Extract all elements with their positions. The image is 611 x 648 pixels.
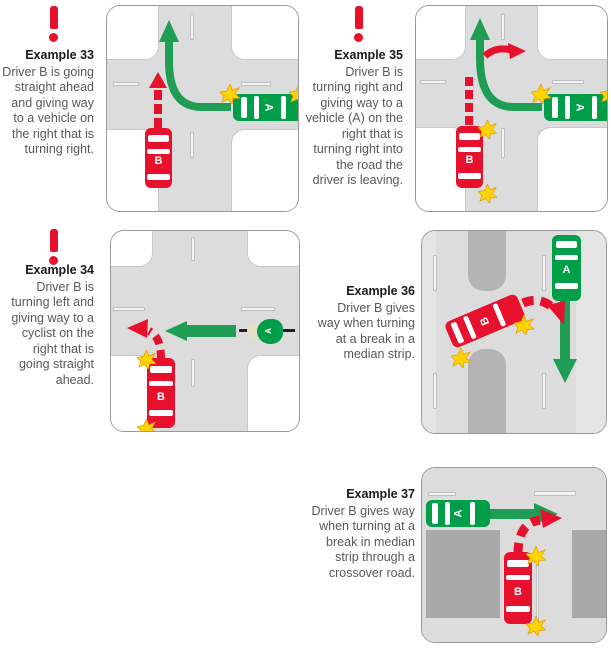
example-37-title: Example 37 [346, 487, 415, 501]
example-36-scene: B A [422, 231, 606, 433]
red-dashed-approach-arrow [465, 77, 473, 125]
example-35-scene: B A [416, 6, 607, 211]
green-straight-arrow [165, 321, 236, 341]
vehicle-a-label: A [574, 103, 586, 112]
vehicle-a-label: A [263, 103, 275, 112]
example-33-body: Driver B is going straight ahead and giv… [2, 64, 94, 157]
example-36-panel: B A [421, 230, 607, 434]
example-36-block: Example 36 Driver B gives way when turni… [305, 228, 611, 440]
indicator-burst-4 [478, 184, 497, 203]
cyclist-vehicle-a: A [239, 317, 297, 345]
example-34-scene: B A [111, 231, 299, 431]
exclamation-mark-icon [49, 6, 58, 42]
give-way-examples-page: Example 33 Driver B is going straight ah… [0, 0, 611, 648]
vehicle-b-red-car: B [145, 128, 172, 188]
indicator-burst-2 [289, 85, 298, 103]
vehicle-a-green-car: A [544, 94, 607, 121]
vehicle-a-green-car: A [552, 235, 581, 301]
example-34-caption: Example 34 Driver B is turning left and … [2, 263, 94, 388]
indicator-burst-2 [451, 348, 471, 368]
indicator-burst-1 [526, 546, 546, 566]
example-34-body: Driver B is turning left and giving way … [11, 279, 94, 387]
indicator-burst-2 [526, 616, 546, 636]
example-37-caption: Example 37 Driver B gives way when turni… [311, 487, 416, 581]
indicator-burst-1 [531, 84, 551, 104]
vehicle-b-label: B [514, 586, 522, 598]
example-34-block: Example 34 Driver B is turning left and … [0, 225, 305, 440]
example-37-panel: A B [421, 467, 607, 643]
example-33-scene: B A [107, 6, 298, 211]
vehicle-a-label: A [562, 264, 571, 276]
vehicle-a-label: A [452, 509, 464, 518]
vehicle-b-label: B [465, 154, 474, 166]
example-35-block: Example 35 Driver B is turning right and… [305, 0, 611, 220]
indicator-burst-3 [478, 120, 497, 139]
vehicle-b-label: B [154, 155, 163, 167]
indicator-burst-1 [220, 84, 240, 104]
example-33-title: Example 33 [25, 48, 94, 62]
example-34-panel: B A [110, 230, 300, 432]
indicator-burst-2 [137, 419, 156, 431]
example-34-title: Example 34 [25, 263, 94, 277]
example-33-panel: B A [106, 5, 299, 212]
example-35-panel: B A [415, 5, 608, 212]
exclamation-mark-icon [354, 6, 363, 42]
indicator-burst-1 [137, 350, 156, 369]
red-right-turn-arrow [482, 43, 526, 59]
indicator-burst-1 [514, 315, 534, 335]
example-35-caption: Example 35 Driver B is turning right and… [305, 48, 403, 189]
example-37-scene: A B [422, 468, 606, 642]
red-dashed-straight-arrow [149, 72, 167, 128]
example-35-title: Example 35 [334, 48, 403, 62]
exclamation-mark-icon [49, 229, 58, 265]
indicator-burst-2 [600, 89, 607, 103]
example-35-body: Driver B is turning right and giving way… [305, 64, 403, 188]
example-33-block: Example 33 Driver B is going straight ah… [0, 0, 305, 220]
example-36-title: Example 36 [346, 284, 415, 298]
example-36-caption: Example 36 Driver B gives way when turni… [315, 284, 415, 363]
example-37-body: Driver B gives way when turning at a bre… [311, 503, 416, 580]
vehicle-a-green-car: A [426, 500, 490, 527]
example-33-caption: Example 33 Driver B is going straight ah… [2, 48, 94, 158]
example-36-body: Driver B gives way when turning at a bre… [317, 300, 415, 362]
example-37-block: Example 37 Driver B gives way when turni… [305, 463, 611, 648]
cyclist-label: A [263, 328, 273, 334]
